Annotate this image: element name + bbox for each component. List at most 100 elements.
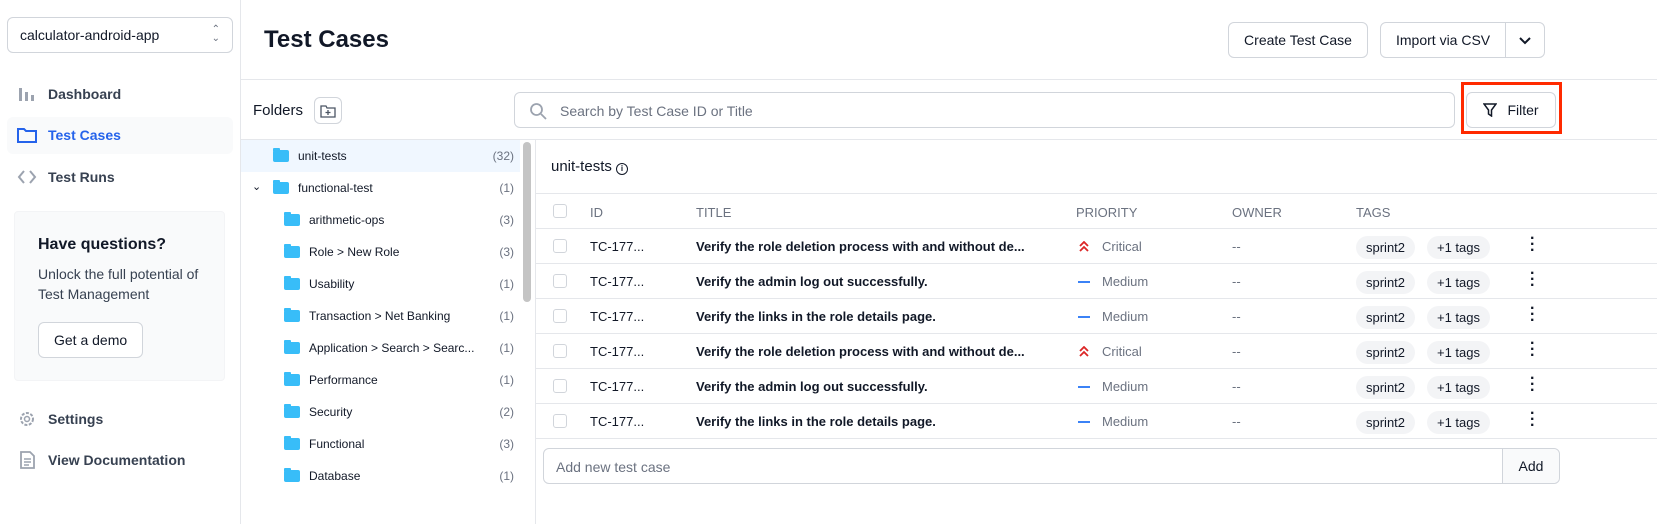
folder-item[interactable]: ⌄ functional-test (1) <box>241 172 520 204</box>
kebab-menu-icon[interactable]: · · · <box>1530 406 1535 434</box>
filter-button[interactable]: Filter <box>1466 92 1556 128</box>
folder-name: Performance <box>309 373 378 387</box>
tag-badge: sprint2 <box>1356 341 1416 364</box>
folder-item[interactable]: Performance (1) <box>241 364 520 396</box>
folder-item[interactable]: Transaction > Net Banking (1) <box>241 300 520 332</box>
table-row[interactable]: TC-177... Verify the role deletion proce… <box>536 229 1657 264</box>
add-button[interactable]: Add <box>1502 449 1559 483</box>
column-title[interactable]: TITLE <box>696 205 731 220</box>
owner: -- <box>1232 379 1241 394</box>
new-folder-button[interactable] <box>314 97 342 124</box>
chevron-down-icon[interactable] <box>1506 32 1544 48</box>
test-case-title[interactable]: Verify the links in the role details pag… <box>696 414 936 429</box>
add-placeholder: Add new test case <box>556 459 671 475</box>
row-checkbox[interactable] <box>553 274 567 288</box>
add-test-case-input[interactable]: Add new test case Add <box>543 448 1560 484</box>
test-case-id[interactable]: TC-177... <box>590 309 644 324</box>
test-case-title[interactable]: Verify the links in the role details pag… <box>696 309 936 324</box>
nav-dashboard[interactable]: Dashboard <box>7 76 233 113</box>
folder-count: (32) <box>492 149 514 163</box>
table-row[interactable]: TC-177... Verify the role deletion proce… <box>536 334 1657 369</box>
folder-name: Transaction > Net Banking <box>309 309 451 323</box>
tag-badge: sprint2 <box>1356 376 1416 399</box>
priority-label: Medium <box>1102 274 1149 289</box>
test-case-id[interactable]: TC-177... <box>590 344 644 359</box>
folder-item[interactable]: Database (1) <box>241 460 520 492</box>
folder-name: Application > Search > Searc... <box>309 341 475 355</box>
sidebar: calculator-android-app ⌃ ⌄ Dashboard Test … <box>0 0 241 524</box>
table-row[interactable]: TC-177... Verify the links in the role d… <box>536 404 1657 439</box>
nav-documentation[interactable]: View Documentation <box>7 442 233 479</box>
import-csv-button[interactable]: Import via CSV <box>1381 23 1507 57</box>
test-case-title[interactable]: Verify the admin log out successfully. <box>696 379 928 394</box>
test-case-id[interactable]: TC-177... <box>590 414 644 429</box>
search-input[interactable]: Search by Test Case ID or Title <box>514 92 1455 128</box>
test-case-id[interactable]: TC-177... <box>590 274 644 289</box>
kebab-menu-icon[interactable]: · · · <box>1530 231 1535 259</box>
nav-label: Test Cases <box>48 127 121 143</box>
page-title: Test Cases <box>264 26 389 53</box>
project-selector[interactable]: calculator-android-app ⌃ ⌄ <box>7 17 233 53</box>
column-priority[interactable]: PRIORITY <box>1076 205 1137 220</box>
folder-item[interactable]: arithmetic-ops (3) <box>241 204 520 236</box>
nav-label: Test Runs <box>48 169 115 185</box>
column-id[interactable]: ID <box>590 205 603 220</box>
kebab-menu-icon[interactable]: · · · <box>1530 301 1535 329</box>
folder-name: unit-tests <box>298 149 347 163</box>
folder-item[interactable]: Security (2) <box>241 396 520 428</box>
code-icon <box>17 170 37 184</box>
nav-label: Settings <box>48 411 104 427</box>
more-tags-badge[interactable]: +1 tags <box>1427 411 1491 434</box>
test-case-id[interactable]: TC-177... <box>590 239 644 254</box>
more-tags-badge[interactable]: +1 tags <box>1427 271 1491 294</box>
owner: -- <box>1232 344 1241 359</box>
tag-badge: sprint2 <box>1356 236 1416 259</box>
chevron-down-icon[interactable]: ⌄ <box>252 180 261 193</box>
nav-label: View Documentation <box>48 452 186 468</box>
folder-icon <box>284 212 300 226</box>
kebab-menu-icon[interactable]: · · · <box>1530 371 1535 399</box>
table-row[interactable]: TC-177... Verify the admin log out succe… <box>536 264 1657 299</box>
row-checkbox[interactable] <box>553 309 567 323</box>
nav-test-runs[interactable]: Test Runs <box>7 159 233 196</box>
row-checkbox[interactable] <box>553 239 567 253</box>
table-row[interactable]: TC-177... Verify the links in the role d… <box>536 299 1657 334</box>
row-checkbox[interactable] <box>553 379 567 393</box>
folder-item[interactable]: Role > New Role (3) <box>241 236 520 268</box>
owner: -- <box>1232 274 1241 289</box>
row-checkbox[interactable] <box>553 414 567 428</box>
create-test-case-button[interactable]: Create Test Case <box>1228 22 1368 58</box>
folder-name: functional-test <box>298 181 373 195</box>
table-row[interactable]: TC-177... Verify the admin log out succe… <box>536 369 1657 404</box>
kebab-menu-icon[interactable]: · · · <box>1530 336 1535 364</box>
folder-title: unit-tests i <box>551 158 629 175</box>
kebab-menu-icon[interactable]: · · · <box>1530 266 1535 294</box>
test-case-title[interactable]: Verify the role deletion process with an… <box>696 344 1025 359</box>
more-tags-badge[interactable]: +1 tags <box>1427 341 1491 364</box>
folder-scrollbar[interactable] <box>523 142 531 302</box>
get-demo-button[interactable]: Get a demo <box>38 322 144 358</box>
row-checkbox[interactable] <box>553 344 567 358</box>
folder-item[interactable]: unit-tests (32) <box>241 140 520 172</box>
more-tags-badge[interactable]: +1 tags <box>1427 236 1491 259</box>
folder-item[interactable]: Functional (3) <box>241 428 520 460</box>
more-tags-badge[interactable]: +1 tags <box>1427 376 1491 399</box>
test-case-id[interactable]: TC-177... <box>590 379 644 394</box>
folder-icon <box>284 244 300 258</box>
select-all-checkbox[interactable] <box>553 204 567 218</box>
import-csv-group: Import via CSV <box>1380 22 1545 58</box>
more-tags-badge[interactable]: +1 tags <box>1427 306 1491 329</box>
folder-icon <box>284 468 300 482</box>
folder-item[interactable]: Application > Search > Searc... (1) <box>241 332 520 364</box>
test-case-title[interactable]: Verify the role deletion process with an… <box>696 239 1025 254</box>
tag-badge: sprint2 <box>1356 306 1416 329</box>
nav-test-cases[interactable]: Test Cases <box>7 117 233 154</box>
folder-item[interactable]: Usability (1) <box>241 268 520 300</box>
column-tags[interactable]: TAGS <box>1356 205 1390 220</box>
column-owner[interactable]: OWNER <box>1232 205 1282 220</box>
priority-label: Medium <box>1102 309 1149 324</box>
test-case-title[interactable]: Verify the admin log out successfully. <box>696 274 928 289</box>
info-icon[interactable]: i <box>616 163 629 175</box>
document-icon <box>20 451 35 469</box>
nav-settings[interactable]: Settings <box>7 401 233 438</box>
